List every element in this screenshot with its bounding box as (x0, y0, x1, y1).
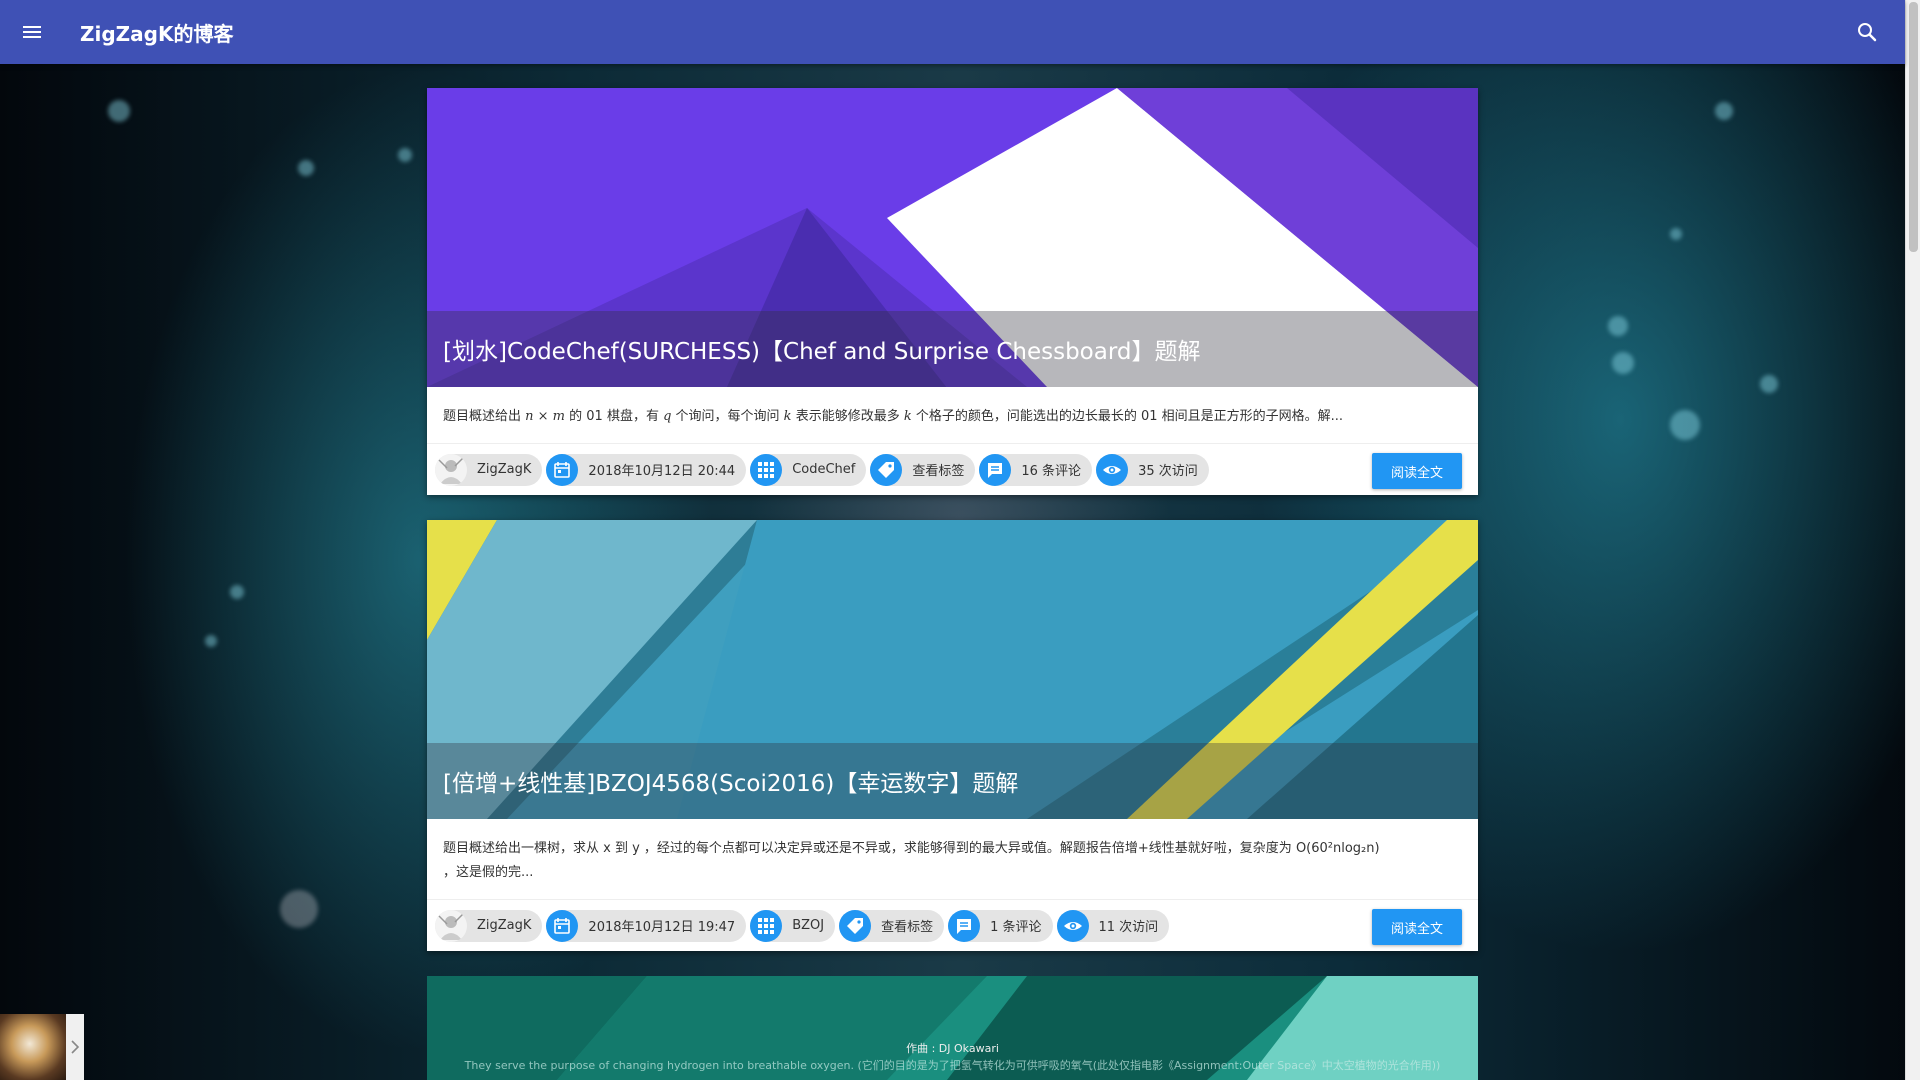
post-title[interactable]: [倍增+线性基]BZOJ4568(Scoi2016)【幸运数字】题解 (443, 764, 1018, 798)
bokeh-light (1715, 102, 1733, 120)
scrollbar-thumb[interactable] (1909, 2, 1918, 252)
bokeh-light (205, 635, 217, 647)
tags-chip[interactable]: 查看标签 (839, 909, 945, 942)
post-title-bar: [划水]CodeChef(SURCHESS)【Chef and Surprise… (427, 311, 1478, 387)
comment-count: 16 条评论 (1021, 464, 1082, 479)
tag-icon (870, 453, 903, 486)
search-button[interactable] (1851, 16, 1883, 48)
tag-icon (839, 909, 872, 942)
site-title[interactable]: ZigZagK的博客 (80, 18, 234, 47)
view-count: 35 次访问 (1138, 464, 1198, 479)
tags-label: 查看标签 (881, 920, 934, 935)
tags-chip[interactable]: 查看标签 (870, 453, 976, 486)
bokeh-light (298, 160, 314, 176)
top-app-bar: ZigZagK的博客 (0, 0, 1905, 64)
summary-text: 个格子的颜色，问能选出的边长最长的 01 相间且是正方形的子网格。解... (911, 409, 1344, 424)
summary-math: k (783, 409, 792, 424)
read-more-button[interactable]: 阅读全文 (1372, 453, 1462, 489)
author-name: ZigZagK (477, 462, 532, 477)
comment-icon (979, 453, 1012, 486)
bokeh-light (280, 890, 318, 928)
author-avatar (435, 909, 467, 942)
date-chip: 2018年10月12日 20:44 (546, 453, 747, 486)
album-cover[interactable] (0, 1014, 66, 1080)
search-icon (1858, 23, 1877, 42)
author-chip[interactable]: ZigZagK (435, 453, 543, 486)
comment-icon (948, 909, 981, 942)
post-summary: 题目概述给出 n × m 的 01 棋盘，有 q 个询问，每个询问 k 表示能够… (427, 387, 1478, 443)
bokeh-light (1608, 316, 1628, 336)
post-category: CodeChef (792, 462, 856, 477)
tags-label: 查看标签 (912, 464, 965, 479)
bokeh-light (1760, 375, 1778, 393)
post-title[interactable]: [划水]CodeChef(SURCHESS)【Chef and Surprise… (443, 332, 1200, 366)
bokeh-light (398, 148, 412, 162)
summary-math: k (903, 409, 912, 424)
view-count: 11 次访问 (1098, 920, 1159, 935)
post-card: [倍增+线性基]BZOJ4568(Scoi2016)【幸运数字】题解 题目概述给… (427, 520, 1478, 951)
summary-text: 题目概述给出 (443, 409, 526, 424)
music-player (0, 1014, 84, 1080)
views-chip: 11 次访问 (1056, 909, 1170, 942)
author-chip[interactable]: ZigZagK (435, 909, 543, 942)
comments-chip[interactable]: 1 条评论 (948, 909, 1053, 942)
eye-icon (1056, 909, 1089, 942)
comment-count: 1 条评论 (990, 920, 1042, 935)
post-meta-bar: ZigZagK 2018年10月12日 20:44 CodeChef 查看标签 … (427, 443, 1478, 495)
category-chip[interactable]: CodeChef (750, 453, 867, 486)
post-category: BZOJ (792, 918, 825, 933)
summary-text: 个询问，每个询问 (671, 409, 784, 424)
post-date: 2018年10月12日 19:47 (588, 920, 736, 935)
post-date: 2018年10月12日 20:44 (588, 464, 736, 479)
bokeh-light (1670, 228, 1682, 240)
post-summary: 题目概述给出一棵树，求从 x 到 y ，经过的每个点都可以决定异或还是不异或，求… (427, 819, 1478, 899)
author-name: ZigZagK (477, 918, 532, 933)
grid-icon (750, 909, 783, 942)
post-title-bar: [倍增+线性基]BZOJ4568(Scoi2016)【幸运数字】题解 (427, 743, 1478, 819)
read-more-button[interactable]: 阅读全文 (1372, 909, 1462, 945)
post-card: [划水]CodeChef(SURCHESS)【Chef and Surprise… (427, 88, 1478, 495)
summary-math: n × m (525, 409, 565, 424)
menu-button[interactable] (16, 16, 48, 48)
bokeh-light (1612, 352, 1634, 374)
bokeh-light (1670, 410, 1700, 440)
menu-icon (23, 26, 41, 38)
player-credit: 作曲 : DJ Okawari (906, 1042, 999, 1055)
summary-text: 的 01 棋盘，有 (565, 409, 664, 424)
bokeh-light (230, 585, 244, 599)
views-chip: 35 次访问 (1096, 453, 1209, 486)
calendar-icon (546, 453, 579, 486)
comments-chip[interactable]: 16 条评论 (979, 453, 1093, 486)
summary-text: 题目概述给出一棵树，求从 x 到 y ，经过的每个点都可以决定异或还是不异或，求… (443, 841, 1380, 856)
grid-icon (750, 453, 783, 486)
summary-text: ，这是假的完... (443, 865, 534, 880)
date-chip: 2018年10月12日 19:47 (546, 909, 747, 942)
post-banner[interactable]: [划水]CodeChef(SURCHESS)【Chef and Surprise… (427, 88, 1478, 387)
page-scrollbar[interactable] (1905, 0, 1920, 1080)
bokeh-light (108, 100, 130, 122)
player-expand-button[interactable] (66, 1014, 84, 1080)
summary-text: 表示能够修改最多 (791, 409, 904, 424)
post-meta-bar: ZigZagK 2018年10月12日 19:47 BZOJ 查看标签 1 条评… (427, 899, 1478, 951)
author-avatar (435, 453, 467, 486)
post-banner[interactable]: [倍增+线性基]BZOJ4568(Scoi2016)【幸运数字】题解 (427, 520, 1478, 819)
category-chip[interactable]: BZOJ (750, 909, 836, 942)
calendar-icon (546, 909, 579, 942)
player-lyric: They serve the purpose of changing hydro… (464, 1059, 1441, 1072)
chevron-right-icon (71, 1040, 80, 1054)
eye-icon (1096, 453, 1129, 486)
